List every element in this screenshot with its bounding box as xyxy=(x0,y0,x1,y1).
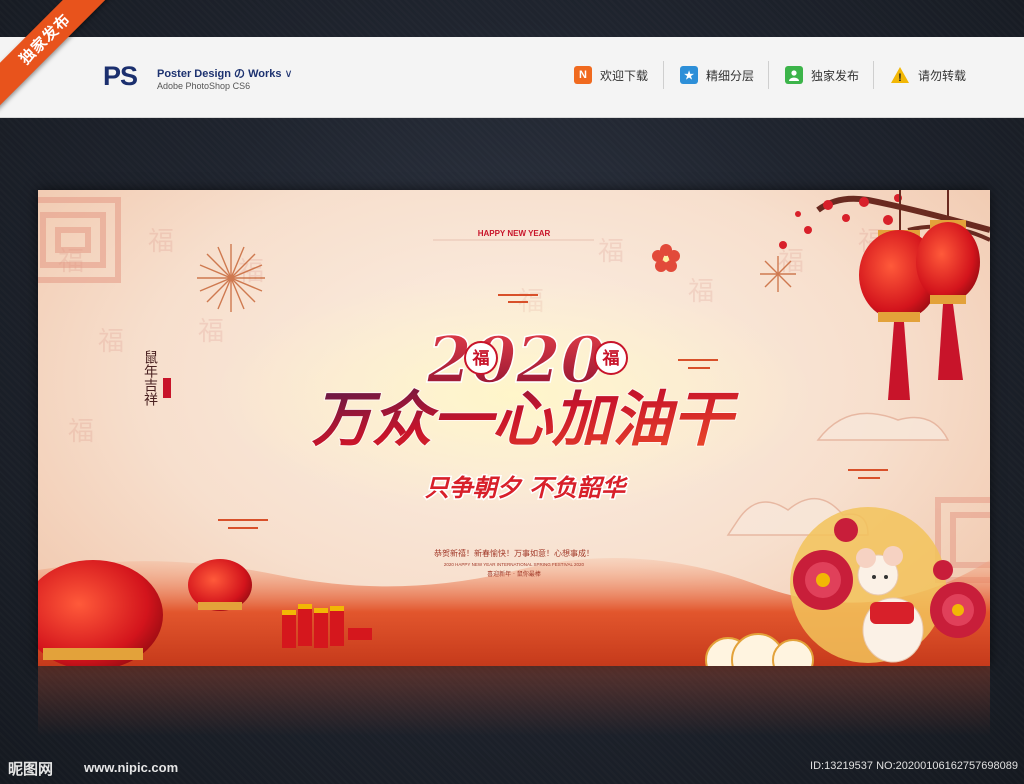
brand-subtitle: Adobe PhotoShop CS6 xyxy=(157,81,251,91)
svg-text:福: 福 xyxy=(472,348,490,369)
svg-text:鼠年吉祥: 鼠年吉祥 xyxy=(142,350,158,406)
nav-item-no-repost[interactable]: ! 请勿转载 xyxy=(890,63,966,87)
nav-item-download[interactable]: N 欢迎下载 xyxy=(574,63,648,87)
watermark-bar: 昵图网 www.nipic.com ID:13219537 NO:2020010… xyxy=(0,752,1024,784)
nav-label: 独家发布 xyxy=(811,68,860,83)
divider xyxy=(768,61,769,89)
nav-item-layers[interactable]: ★ 精细分层 xyxy=(680,63,754,87)
svg-text:福: 福 xyxy=(98,327,124,357)
header-bar: PS Poster Design の Works ∨ Adobe PhotoSho… xyxy=(0,37,1024,118)
brand-title-text: Poster Design の Works xyxy=(157,68,282,80)
poster-reflection xyxy=(38,666,990,736)
star-icon: ★ xyxy=(680,66,698,84)
ps-logo: PS xyxy=(103,61,138,91)
subheadline: 只争朝夕 不负韶华 xyxy=(425,474,628,502)
warning-icon: ! xyxy=(890,66,910,84)
divider xyxy=(873,61,874,89)
svg-text:HAPPY NEW YEAR: HAPPY NEW YEAR xyxy=(478,229,551,238)
headline: 万众一心加油干 xyxy=(312,385,739,455)
brand-title: Poster Design の Works ∨ xyxy=(157,65,293,81)
svg-text:福: 福 xyxy=(602,348,620,369)
divider xyxy=(663,61,664,89)
nipic-url[interactable]: www.nipic.com xyxy=(84,760,178,775)
svg-text:喜迎新年 · 鼠你最棒: 喜迎新年 · 鼠你最棒 xyxy=(487,570,541,578)
lantern-right xyxy=(859,190,980,400)
poster-preview: 福福福 福福福 福福福 福福 xyxy=(38,190,990,666)
nav-item-exclusive[interactable]: 独家发布 xyxy=(785,63,859,87)
nipic-logo: 昵图网 xyxy=(8,760,54,778)
user-icon xyxy=(785,66,803,84)
svg-text:!: ! xyxy=(898,72,902,84)
image-id: ID:13219537 NO:20200106162757698089 xyxy=(810,760,1018,772)
greeting: 恭贺新禧！新春愉快！万事如意！心想事成！ xyxy=(434,548,594,558)
nav-label: 精细分层 xyxy=(706,68,755,83)
svg-text:福: 福 xyxy=(198,317,224,347)
nav-label: 请勿转载 xyxy=(918,68,967,83)
svg-text:福: 福 xyxy=(68,417,94,447)
seal-calligraphy: 鼠年吉祥 xyxy=(142,350,171,406)
svg-text:福: 福 xyxy=(148,227,174,257)
n-icon: N xyxy=(574,66,592,84)
svg-text:2020 HAPPY NEW YEAR INTERNATIO: 2020 HAPPY NEW YEAR INTERNATIONAL SPRING… xyxy=(444,562,585,567)
chevron-down-icon: ∨ xyxy=(284,68,293,80)
svg-text:福: 福 xyxy=(598,237,624,267)
svg-text:福: 福 xyxy=(778,247,804,277)
nav-label: 欢迎下载 xyxy=(600,68,649,83)
